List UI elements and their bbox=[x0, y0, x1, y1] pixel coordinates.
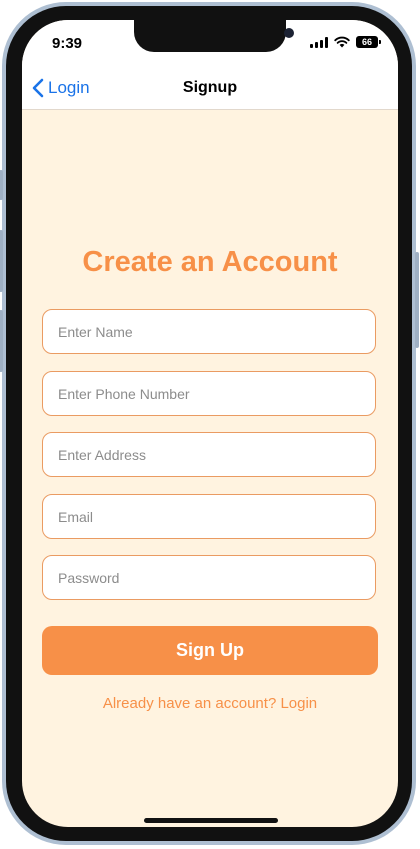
volume-up-button bbox=[0, 230, 3, 292]
name-input[interactable] bbox=[43, 310, 375, 353]
battery-icon: 66 bbox=[356, 36, 381, 48]
wifi-icon bbox=[334, 36, 350, 48]
front-camera bbox=[284, 28, 294, 38]
volume-down-button bbox=[0, 310, 3, 372]
app-screen: 9:39 66 Login Signup Create an Account E… bbox=[22, 20, 398, 827]
page-title: Create an Account bbox=[82, 246, 338, 278]
phone-field[interactable] bbox=[42, 371, 376, 416]
status-time: 9:39 bbox=[52, 35, 83, 52]
password-field[interactable] bbox=[42, 555, 376, 600]
status-icons: 66 bbox=[310, 36, 381, 48]
top-bar: 9:39 66 Login Signup bbox=[22, 20, 398, 110]
email-field[interactable] bbox=[42, 494, 376, 539]
cellular-signal-icon bbox=[310, 36, 328, 48]
power-button bbox=[415, 252, 419, 348]
notch bbox=[134, 20, 294, 52]
email-input[interactable] bbox=[43, 495, 375, 538]
name-field[interactable] bbox=[42, 309, 376, 354]
home-indicator bbox=[144, 818, 278, 823]
address-field[interactable] bbox=[42, 432, 376, 477]
password-input[interactable] bbox=[43, 556, 375, 599]
phone-input[interactable] bbox=[43, 372, 375, 415]
ring-switch bbox=[0, 170, 3, 200]
nav-title: Signup bbox=[182, 79, 238, 96]
address-input[interactable] bbox=[43, 433, 375, 476]
sign-up-button[interactable]: Sign Up bbox=[42, 626, 378, 675]
login-link[interactable]: Already have an account? Login bbox=[22, 695, 398, 712]
